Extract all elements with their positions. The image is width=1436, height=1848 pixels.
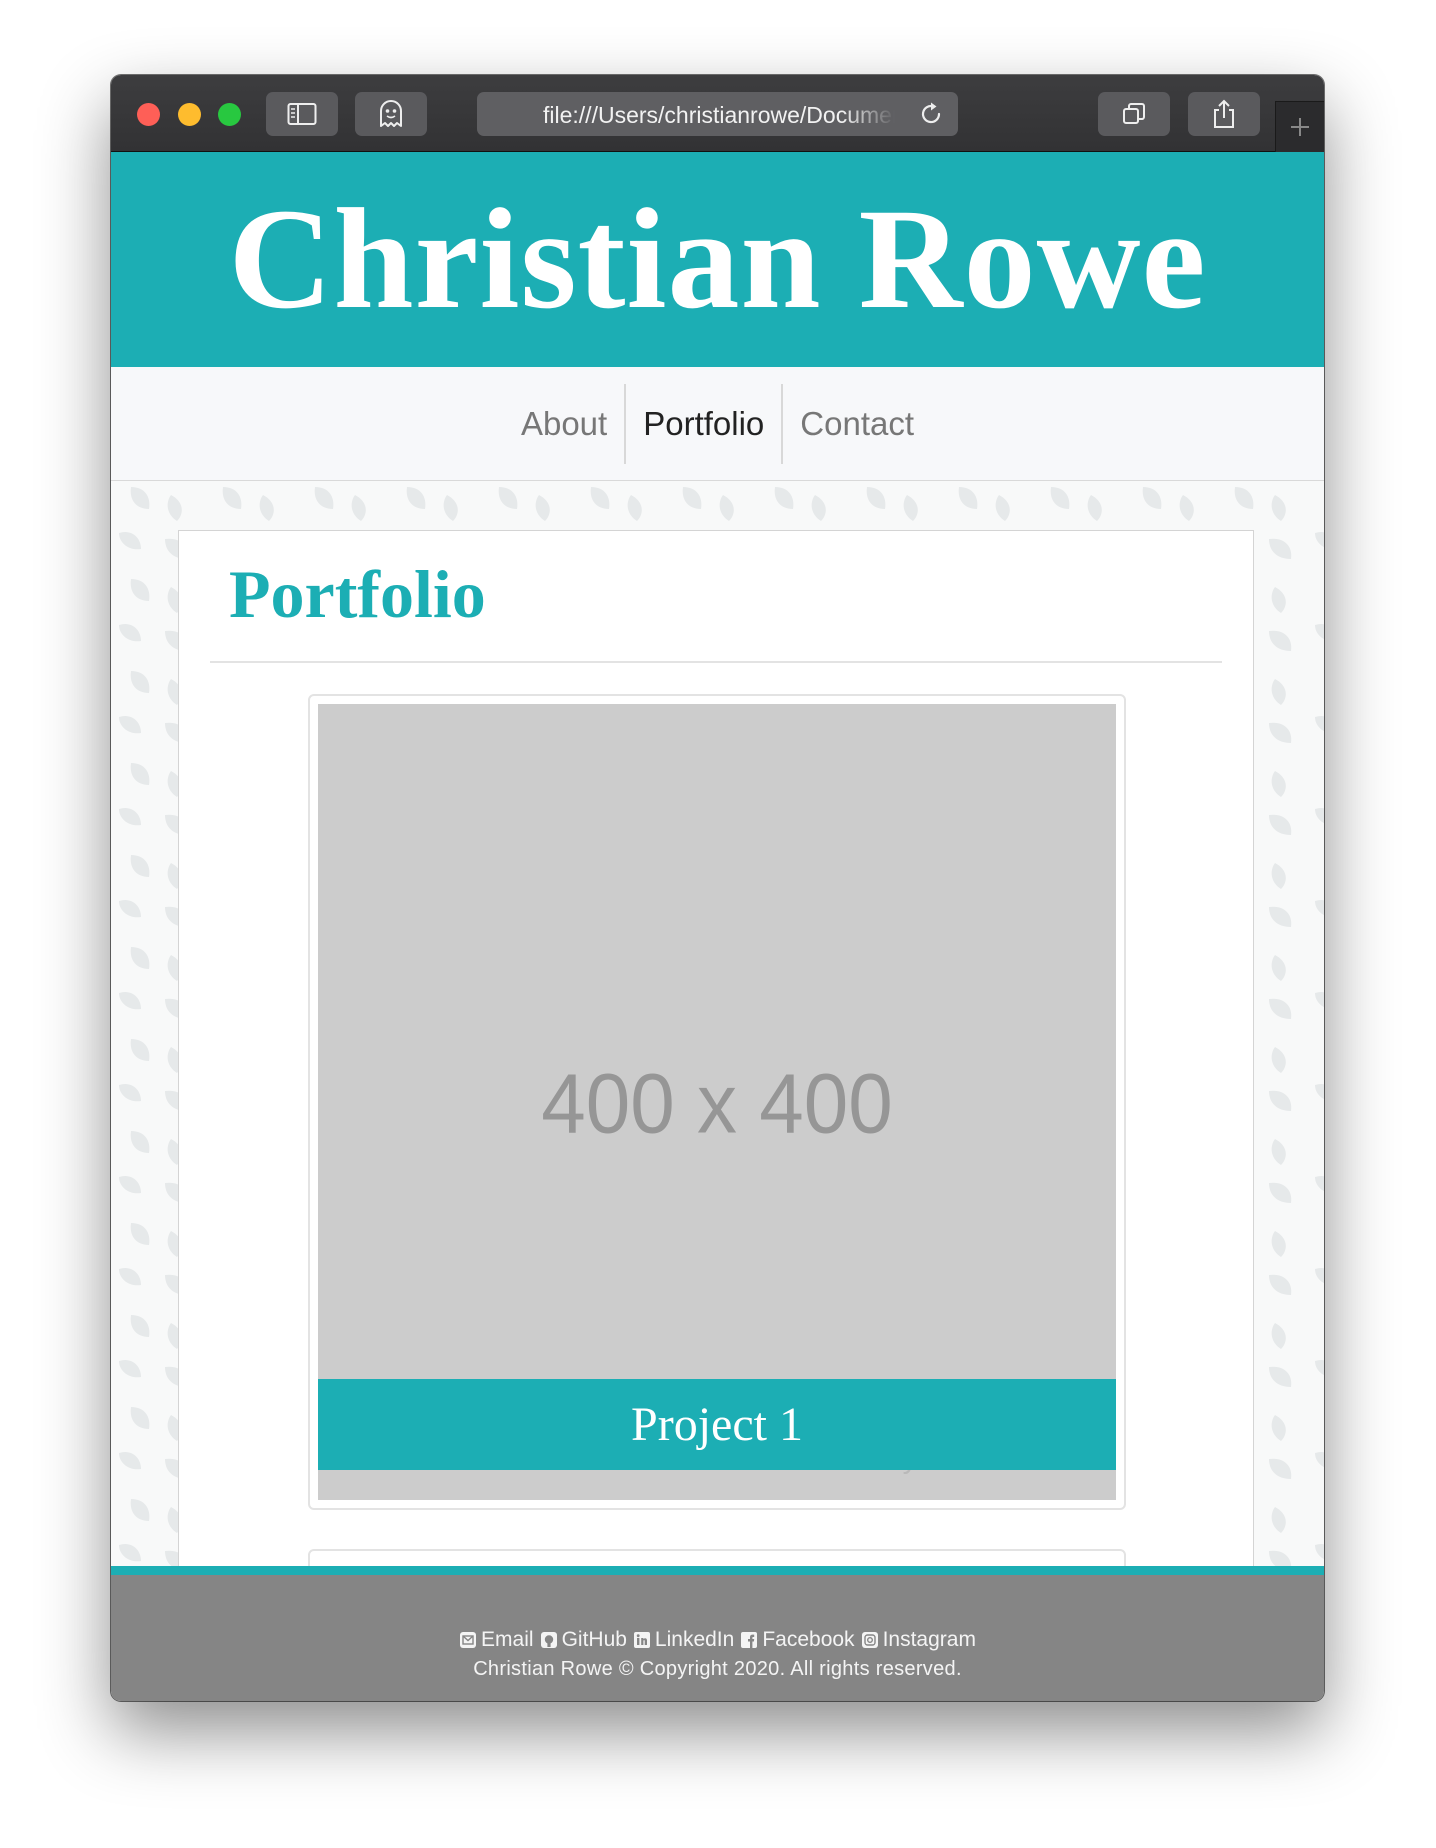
ghostery-extension-button[interactable] — [355, 92, 427, 136]
site-footer: Email GitHub LinkedIn Facebook Instagram… — [111, 1566, 1324, 1701]
footer-link-label: LinkedIn — [654, 1628, 735, 1651]
sidebar-toggle-button[interactable] — [266, 92, 338, 136]
nav-item-portfolio[interactable]: Portfolio — [626, 384, 781, 464]
portfolio-card: Portfolio 400 x 400 Powered by HTML.COM … — [178, 530, 1254, 1566]
tabs-icon — [1123, 103, 1145, 124]
nav-item-about[interactable]: About — [504, 384, 624, 464]
reload-icon[interactable] — [918, 101, 944, 127]
plus-icon — [1291, 118, 1309, 136]
web-page: Christian Rowe About Portfolio Contact P… — [111, 152, 1324, 1701]
tab-overview-button[interactable] — [1098, 92, 1170, 136]
minimize-window-button[interactable] — [178, 103, 201, 126]
footer-link-label: Email — [481, 1628, 534, 1651]
footer-link-instagram[interactable]: Instagram — [861, 1627, 976, 1653]
footer-link-label: Facebook — [762, 1628, 855, 1651]
project-image-placeholder: 400 x 400 Powered by HTML.COM Project 1 — [318, 704, 1116, 1500]
address-bar[interactable]: file:///Users/christianrowe/Documents/po… — [477, 92, 958, 136]
close-window-button[interactable] — [137, 103, 160, 126]
address-text: file:///Users/christianrowe/Documents/po… — [543, 103, 895, 127]
footer-link-label: Instagram — [882, 1628, 976, 1651]
site-title: Christian Rowe — [228, 180, 1207, 339]
footer-link-label: GitHub — [561, 1628, 627, 1651]
footer-link-linkedin[interactable]: LinkedIn — [633, 1627, 734, 1653]
footer-link-facebook[interactable]: Facebook — [740, 1627, 855, 1653]
project-caption[interactable]: Project 1 — [318, 1379, 1116, 1470]
content-area: Portfolio 400 x 400 Powered by HTML.COM … — [111, 481, 1324, 1566]
facebook-icon — [741, 1632, 758, 1648]
main-nav: About Portfolio Contact — [111, 367, 1324, 481]
heading-divider — [210, 661, 1222, 663]
project-card[interactable] — [308, 1549, 1126, 1566]
site-header: Christian Rowe — [111, 152, 1324, 367]
section-heading: Portfolio — [229, 556, 486, 632]
footer-link-email[interactable]: Email — [459, 1627, 534, 1653]
placeholder-size-label: 400 x 400 — [541, 1056, 893, 1151]
footer-link-github[interactable]: GitHub — [540, 1627, 627, 1653]
new-tab-button[interactable] — [1275, 101, 1324, 152]
ghost-icon — [380, 100, 402, 127]
github-icon — [540, 1632, 557, 1648]
share-icon — [1214, 99, 1234, 128]
nav-item-contact[interactable]: Contact — [783, 384, 931, 464]
copyright-text: Christian Rowe © Copyright 2020. All rig… — [473, 1658, 962, 1680]
instagram-icon — [861, 1632, 878, 1648]
project-card[interactable]: 400 x 400 Powered by HTML.COM Project 1 — [308, 694, 1126, 1510]
sidebar-icon — [287, 103, 317, 125]
browser-toolbar: file:///Users/christianrowe/Documents/po… — [111, 75, 1324, 152]
share-button[interactable] — [1188, 92, 1260, 136]
zoom-window-button[interactable] — [218, 103, 241, 126]
browser-window: file:///Users/christianrowe/Documents/po… — [111, 75, 1324, 1701]
linkedin-icon — [633, 1632, 650, 1648]
envelope-icon — [460, 1632, 477, 1648]
social-links: Email GitHub LinkedIn Facebook Instagram — [111, 1627, 1324, 1653]
